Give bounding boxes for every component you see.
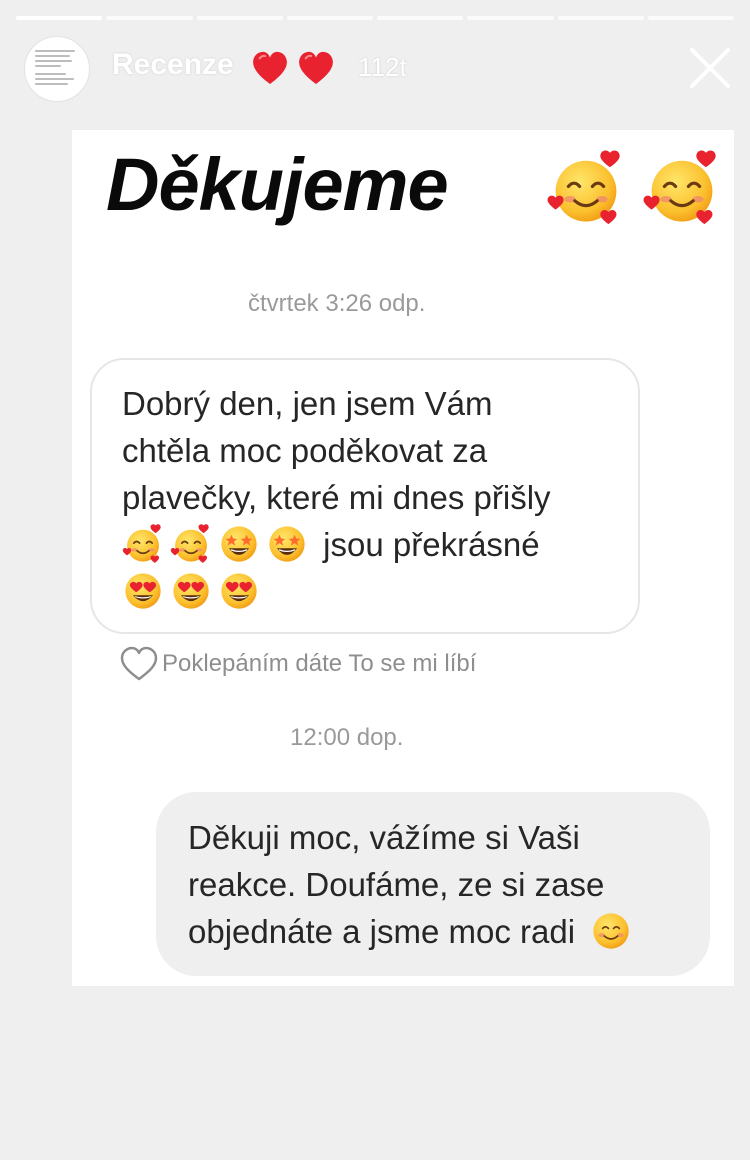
progress-segment <box>16 16 103 20</box>
story-viewer[interactable]: Recenze 112t Děkujeme čtvrtek 3:26 odp. … <box>0 0 750 1160</box>
like-hint-text: Poklepáním dáte To se mi líbí <box>162 650 477 677</box>
message-line-with-emoji: jsou překrásné <box>122 521 540 568</box>
heart-outline-icon <box>120 646 158 681</box>
message-line: reakce. Doufáme, ze si zase <box>188 866 605 903</box>
star-struck-icon <box>266 523 308 565</box>
progress-segment <box>467 16 554 20</box>
smiling-face-with-hearts-icon <box>642 148 722 228</box>
progress-segment <box>106 16 193 20</box>
message-line: chtěla moc poděkovat za <box>122 432 488 469</box>
progress-segment <box>286 16 373 20</box>
story-time-ago: 112t <box>358 52 407 82</box>
heart-icon <box>296 48 336 88</box>
smiling-face-with-hearts-icon <box>122 523 164 565</box>
message-line: plavečky, které mi dnes přišly <box>122 479 551 516</box>
timestamp: 12:00 dop. <box>290 724 404 751</box>
progress-segment <box>196 16 283 20</box>
message-line: Dobrý den, jen jsem Vám <box>122 385 493 422</box>
message-line-with-emoji: objednáte a jsme moc radi <box>188 908 638 955</box>
smiling-face-icon <box>590 910 632 952</box>
story-progress-bar <box>16 16 734 20</box>
smiling-face-with-hearts-icon <box>170 523 212 565</box>
avatar-thumbnail <box>35 47 79 91</box>
message-text: jsou překrásné <box>323 526 540 563</box>
close-icon[interactable] <box>688 46 732 90</box>
like-hint: Poklepáním dáte To se mi líbí <box>120 646 476 682</box>
progress-segment <box>647 16 734 20</box>
timestamp: čtvrtek 3:26 odp. <box>248 290 426 317</box>
headline-text: Děkujeme <box>106 143 449 226</box>
avatar[interactable] <box>24 36 90 102</box>
heart-icon <box>250 48 290 88</box>
heart-eyes-icon <box>122 570 164 612</box>
progress-segment <box>557 16 644 20</box>
star-struck-icon <box>218 523 260 565</box>
heart-eyes-icon <box>218 570 260 612</box>
heart-eyes-icon <box>170 570 212 612</box>
story-title[interactable]: Recenze <box>112 48 234 82</box>
smiling-face-with-hearts-icon <box>546 148 626 228</box>
message-text: objednáte a jsme moc radi <box>188 913 576 950</box>
story-title-hearts <box>250 48 336 88</box>
message-emoji-line <box>122 568 266 615</box>
message-line: Děkuji moc, vážíme si Vaši <box>188 819 580 856</box>
progress-segment <box>377 16 464 20</box>
